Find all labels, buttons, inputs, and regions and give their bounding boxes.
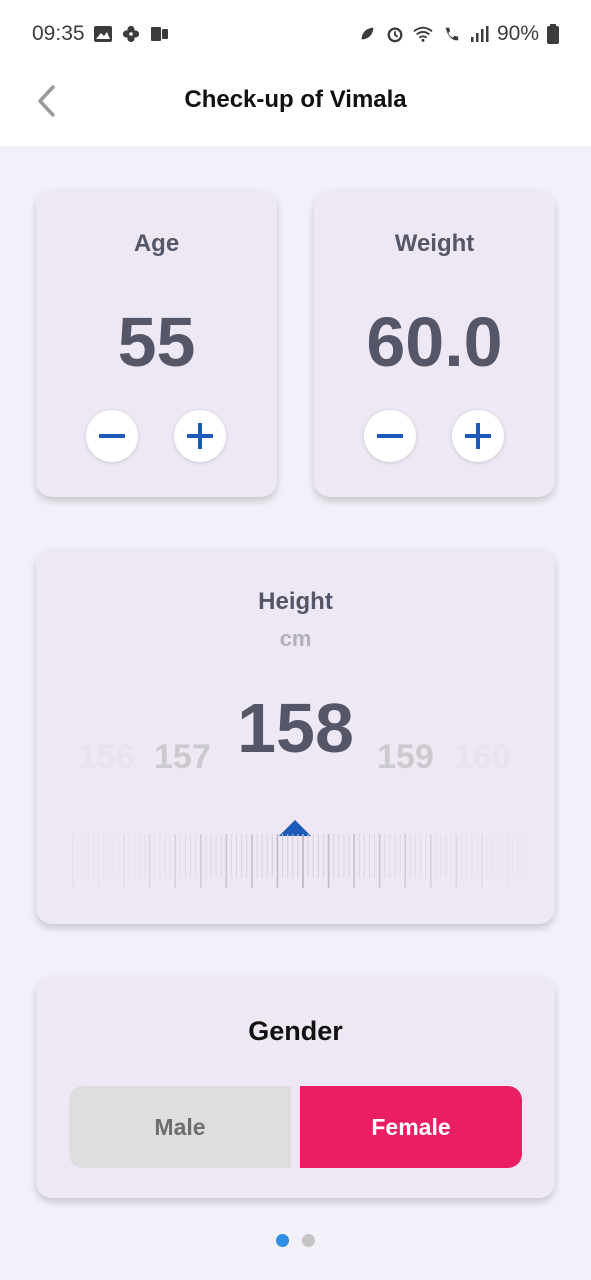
weight-label: Weight bbox=[394, 230, 475, 257]
minus-icon bbox=[99, 434, 125, 438]
page-indicator[interactable] bbox=[302, 1234, 315, 1247]
height-label: Height bbox=[258, 588, 333, 615]
app-bar: Check-up of Vimala bbox=[0, 68, 591, 146]
wifi-icon bbox=[413, 26, 433, 42]
leaf-icon bbox=[361, 27, 374, 40]
status-time: 09:35 bbox=[32, 22, 85, 45]
height-option[interactable]: 160 bbox=[454, 738, 511, 777]
age-card: Age 55 bbox=[36, 190, 277, 497]
height-unit: cm bbox=[279, 626, 312, 651]
height-option[interactable]: 159 bbox=[377, 738, 434, 777]
gender-label: Gender bbox=[248, 1016, 343, 1046]
page-indicator-active[interactable] bbox=[276, 1234, 289, 1247]
wifi-call-icon bbox=[445, 27, 459, 41]
alarm-icon bbox=[387, 27, 403, 43]
height-option[interactable]: 157 bbox=[154, 738, 211, 777]
weight-decrement-button[interactable] bbox=[364, 410, 416, 462]
plus-icon bbox=[465, 423, 491, 449]
page-title: Check-up of Vimala bbox=[184, 86, 407, 113]
age-increment-button[interactable] bbox=[174, 410, 226, 462]
plus-icon bbox=[187, 423, 213, 449]
height-option[interactable]: 156 bbox=[78, 738, 135, 777]
battery-icon bbox=[547, 24, 559, 44]
pinwheel-icon bbox=[122, 25, 139, 43]
height-card: Height cm 158 156 157 159 160 bbox=[36, 548, 555, 924]
gender-male-button[interactable]: Male bbox=[69, 1086, 291, 1168]
gallery-icon bbox=[93, 26, 112, 42]
gender-card: Gender Male Female bbox=[36, 976, 555, 1198]
age-decrement-button[interactable] bbox=[86, 410, 138, 462]
age-label: Age bbox=[133, 230, 180, 257]
device-icon bbox=[150, 27, 168, 41]
weight-card: Weight 60.0 bbox=[314, 190, 555, 497]
status-bar: 09:35 90% bbox=[0, 0, 591, 68]
minus-icon bbox=[377, 434, 403, 438]
battery-percent: 90% bbox=[496, 22, 539, 45]
signal-icon bbox=[470, 26, 489, 42]
height-ruler[interactable] bbox=[72, 834, 532, 890]
weight-value: 60.0 bbox=[366, 303, 503, 381]
age-value: 55 bbox=[117, 303, 196, 381]
weight-increment-button[interactable] bbox=[452, 410, 504, 462]
gender-female-button[interactable]: Female bbox=[300, 1086, 522, 1168]
